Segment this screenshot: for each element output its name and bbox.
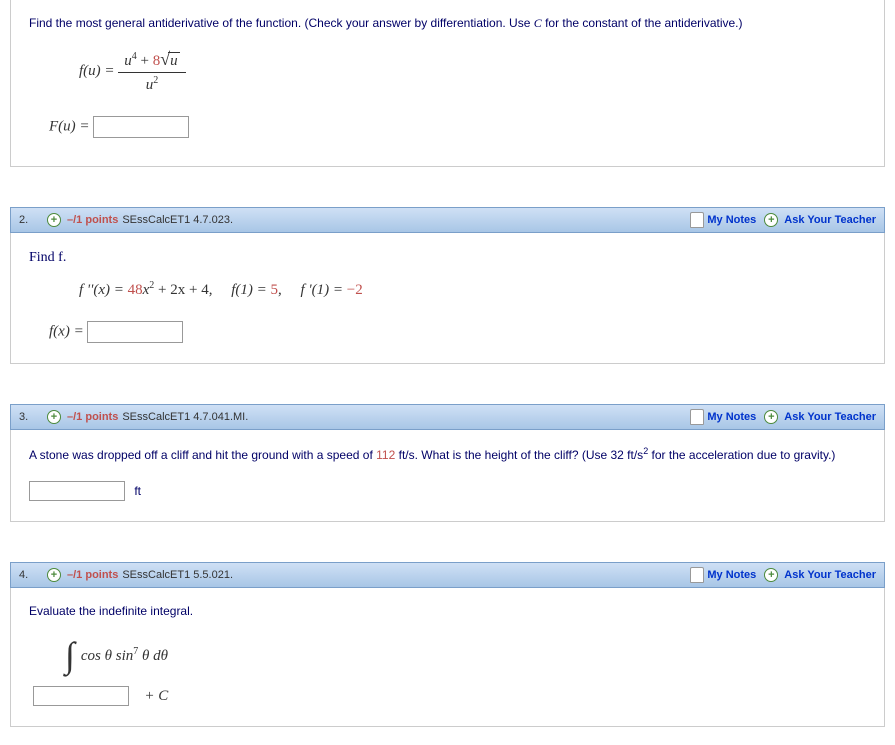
q1-plus: + <box>137 53 153 69</box>
q4-ia: cos θ sin <box>81 648 133 664</box>
q4-body: Evaluate the indefinite integral. ∫ cos … <box>10 588 885 727</box>
q3-prompt: A stone was dropped off a cliff and hit … <box>29 440 866 475</box>
q4-prompt: Evaluate the indefinite integral. <box>29 598 866 631</box>
expand-icon[interactable]: + <box>47 568 61 582</box>
q3-ta: A stone was dropped off a cliff and hit … <box>29 448 376 462</box>
q1-prompt: Find the most general antiderivative of … <box>29 10 866 43</box>
q1-equation: f(u) = u4 + 8√u u2 <box>29 43 866 100</box>
q2-equation: f ''(x) = 48x2 + 2x + 4, f(1) = 5, f '(1… <box>29 274 866 305</box>
q1-sqrt-u: u <box>168 52 180 70</box>
q3-tb: ft/s. What is the height of the cliff? (… <box>395 448 643 462</box>
q2-answer-input[interactable] <box>87 321 183 343</box>
ask-teacher-link[interactable]: + Ask Your Teacher <box>764 213 876 227</box>
q3-answer-input[interactable] <box>29 481 125 501</box>
notes-link[interactable]: My Notes <box>690 212 756 228</box>
q2-bar: 2. + –/1 points SEssCalcET1 4.7.023. My … <box>10 207 885 233</box>
q1-fu-label: f(u) = <box>79 63 118 79</box>
q2-fp1r: −2 <box>347 282 363 298</box>
q3-answer-row: ft <box>29 475 866 501</box>
q4-answer-input[interactable] <box>33 686 129 706</box>
q4-integrand: cos θ sin7 θ dθ <box>81 646 168 665</box>
q2-f1r: 5 <box>270 282 278 298</box>
ask-teacher-label: Ask Your Teacher <box>784 569 876 581</box>
plus-icon: + <box>764 213 778 227</box>
q4-answer-row: + C <box>29 680 866 706</box>
q4-number: 4. <box>19 569 47 581</box>
q4-plus-c: + C <box>144 688 168 704</box>
q1-prompt-b: for the constant of the antiderivative.) <box>542 16 743 30</box>
expand-icon[interactable]: + <box>47 213 61 227</box>
q1-prompt-a: Find the most general antiderivative of … <box>29 16 534 30</box>
q3-id: SEssCalcET1 4.7.041.MI. <box>122 411 248 423</box>
q3-body: A stone was dropped off a cliff and hit … <box>10 430 885 522</box>
ask-teacher-link[interactable]: + Ask Your Teacher <box>764 410 876 424</box>
q2-body: Find f. f ''(x) = 48x2 + 2x + 4, f(1) = … <box>10 233 885 363</box>
q1-den-exp: 2 <box>153 75 158 86</box>
plus-icon: + <box>764 568 778 582</box>
notes-link[interactable]: My Notes <box>690 409 756 425</box>
my-notes-label: My Notes <box>707 214 756 226</box>
notes-icon <box>690 409 704 425</box>
q3-tc: for the acceleration due to gravity.) <box>648 448 835 462</box>
q4-ib: θ dθ <box>138 648 168 664</box>
q2-f1l: f(1) = <box>231 282 270 298</box>
notes-icon <box>690 567 704 583</box>
q2-rest: + 2x + 4, <box>154 282 212 298</box>
q1-denominator: u2 <box>118 73 185 94</box>
q1-prompt-c: C <box>534 16 542 30</box>
ask-teacher-label: Ask Your Teacher <box>784 411 876 423</box>
notes-link[interactable]: My Notes <box>690 567 756 583</box>
q1-answer-input[interactable] <box>93 116 189 138</box>
q4-id: SEssCalcET1 5.5.021. <box>122 569 233 581</box>
ask-teacher-link[interactable]: + Ask Your Teacher <box>764 568 876 582</box>
q3-points: –/1 points <box>67 411 118 423</box>
q4-bar: 4. + –/1 points SEssCalcET1 5.5.021. My … <box>10 562 885 588</box>
q2-find: Find f. <box>29 243 866 273</box>
q2-find-text: Find f. <box>29 250 66 265</box>
q2-answer-row: f(x) = <box>29 305 866 343</box>
q2-fpp: f ''(x) = <box>79 282 128 298</box>
integral-icon: ∫ <box>65 641 75 670</box>
q2-fp1l: f '(1) = <box>300 282 346 298</box>
q3-bar: 3. + –/1 points SEssCalcET1 4.7.041.MI. … <box>10 404 885 430</box>
q4-points: –/1 points <box>67 569 118 581</box>
q2-number: 2. <box>19 214 47 226</box>
q4-integral: ∫ cos θ sin7 θ dθ <box>29 631 866 680</box>
q1-Fu-label: F(u) = <box>49 119 93 135</box>
q2-id: SEssCalcET1 4.7.023. <box>122 214 233 226</box>
q2-c1: , <box>278 282 282 298</box>
q1-numerator: u4 + 8√u <box>118 49 185 73</box>
q3-speed: 112 <box>376 448 395 462</box>
q2-points: –/1 points <box>67 214 118 226</box>
q2-fx-label: f(x) = <box>49 323 87 339</box>
q1-u: u <box>124 53 132 69</box>
notes-icon <box>690 212 704 228</box>
ask-teacher-label: Ask Your Teacher <box>784 214 876 226</box>
plus-icon: + <box>764 410 778 424</box>
q1-answer-row: F(u) = <box>29 100 866 138</box>
question-1-body: Find the most general antiderivative of … <box>10 0 885 167</box>
my-notes-label: My Notes <box>707 569 756 581</box>
q3-number: 3. <box>19 411 47 423</box>
expand-icon[interactable]: + <box>47 410 61 424</box>
my-notes-label: My Notes <box>707 410 756 422</box>
q2-48: 48 <box>128 282 143 298</box>
q3-unit: ft <box>134 484 141 498</box>
q1-fraction: u4 + 8√u u2 <box>118 49 185 94</box>
